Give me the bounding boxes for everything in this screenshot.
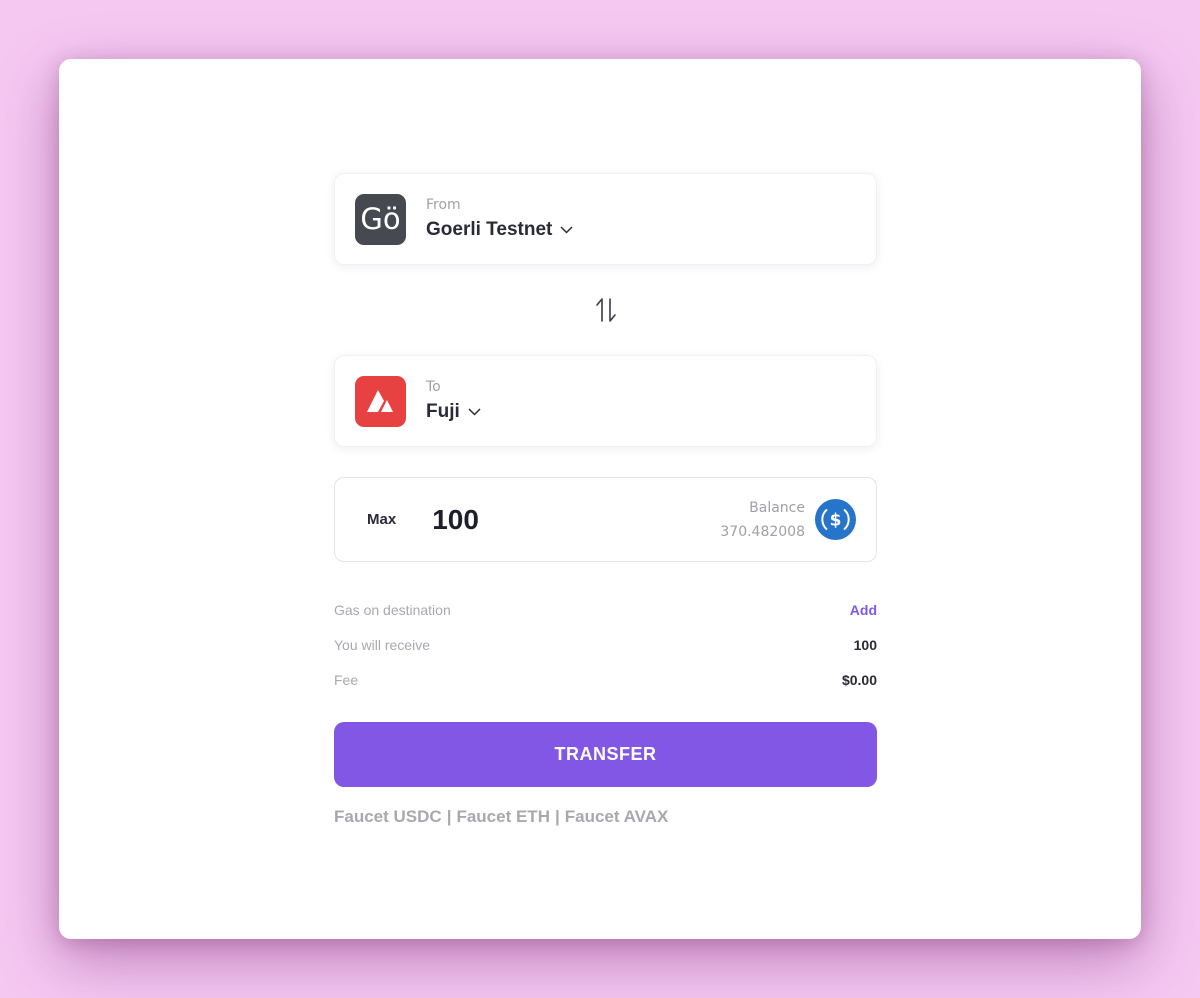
receive-row: You will receive 100 [334, 627, 877, 662]
balance-value: 370.482008 [720, 523, 805, 540]
app-window: Gö From Goerli Testnet To Fuji Max 100 B… [59, 59, 1141, 939]
goerli-logo: Gö [355, 193, 406, 245]
faucet-avax-link[interactable]: Faucet AVAX [565, 807, 669, 826]
transfer-button[interactable]: TRANSFER [334, 722, 877, 787]
avalanche-logo-icon [355, 375, 406, 427]
swap-row [334, 265, 877, 355]
from-chain-text: From Goerli Testnet [426, 197, 573, 241]
faucet-eth-link[interactable]: Faucet ETH [456, 807, 550, 826]
fee-value: $0.00 [841, 671, 877, 688]
gas-row: Gas on destination Add [334, 592, 877, 627]
to-chain-text: To Fuji [426, 379, 481, 423]
faucet-links: Faucet USDC | Faucet ETH | Faucet AVAX [334, 807, 877, 827]
swap-direction-icon[interactable] [595, 297, 617, 323]
amount-input[interactable] [430, 502, 635, 537]
faucet-usdc-link[interactable]: Faucet USDC [334, 807, 442, 826]
fee-label: Fee [334, 671, 359, 688]
receive-value: 100 [853, 636, 877, 653]
receive-label: You will receive [334, 636, 430, 653]
to-chain-selector[interactable]: To Fuji [334, 355, 877, 447]
from-chain-name: Goerli Testnet [426, 219, 553, 240]
add-gas-button[interactable]: Add [850, 602, 877, 618]
balance: Balance 370.482008 [720, 500, 805, 540]
from-chain-selector[interactable]: Gö From Goerli Testnet [334, 173, 877, 265]
balance-label: Balance [749, 499, 805, 516]
svg-text:$: $ [830, 511, 842, 531]
from-chain-name-row: Goerli Testnet [426, 219, 573, 241]
faucet-separator: | [446, 807, 452, 826]
transfer-details: Gas on destination Add You will receive … [334, 592, 877, 697]
amount-box: Max Balance 370.482008 $ [334, 477, 877, 562]
faucet-separator: | [554, 807, 560, 826]
max-button[interactable]: Max [367, 511, 396, 528]
from-caption: From [426, 197, 461, 213]
to-chain-name: Fuji [426, 401, 460, 422]
fee-row: Fee $0.00 [334, 662, 877, 697]
to-caption: To [426, 379, 441, 395]
goerli-logo-text: Gö [360, 202, 401, 236]
chevron-down-icon [468, 408, 481, 416]
chevron-down-icon [560, 226, 573, 234]
bridge-panel: Gö From Goerli Testnet To Fuji Max 100 B… [334, 173, 877, 827]
to-chain-name-row: Fuji [426, 401, 481, 423]
usdc-icon: $ [815, 499, 856, 540]
gas-label: Gas on destination [334, 601, 451, 618]
